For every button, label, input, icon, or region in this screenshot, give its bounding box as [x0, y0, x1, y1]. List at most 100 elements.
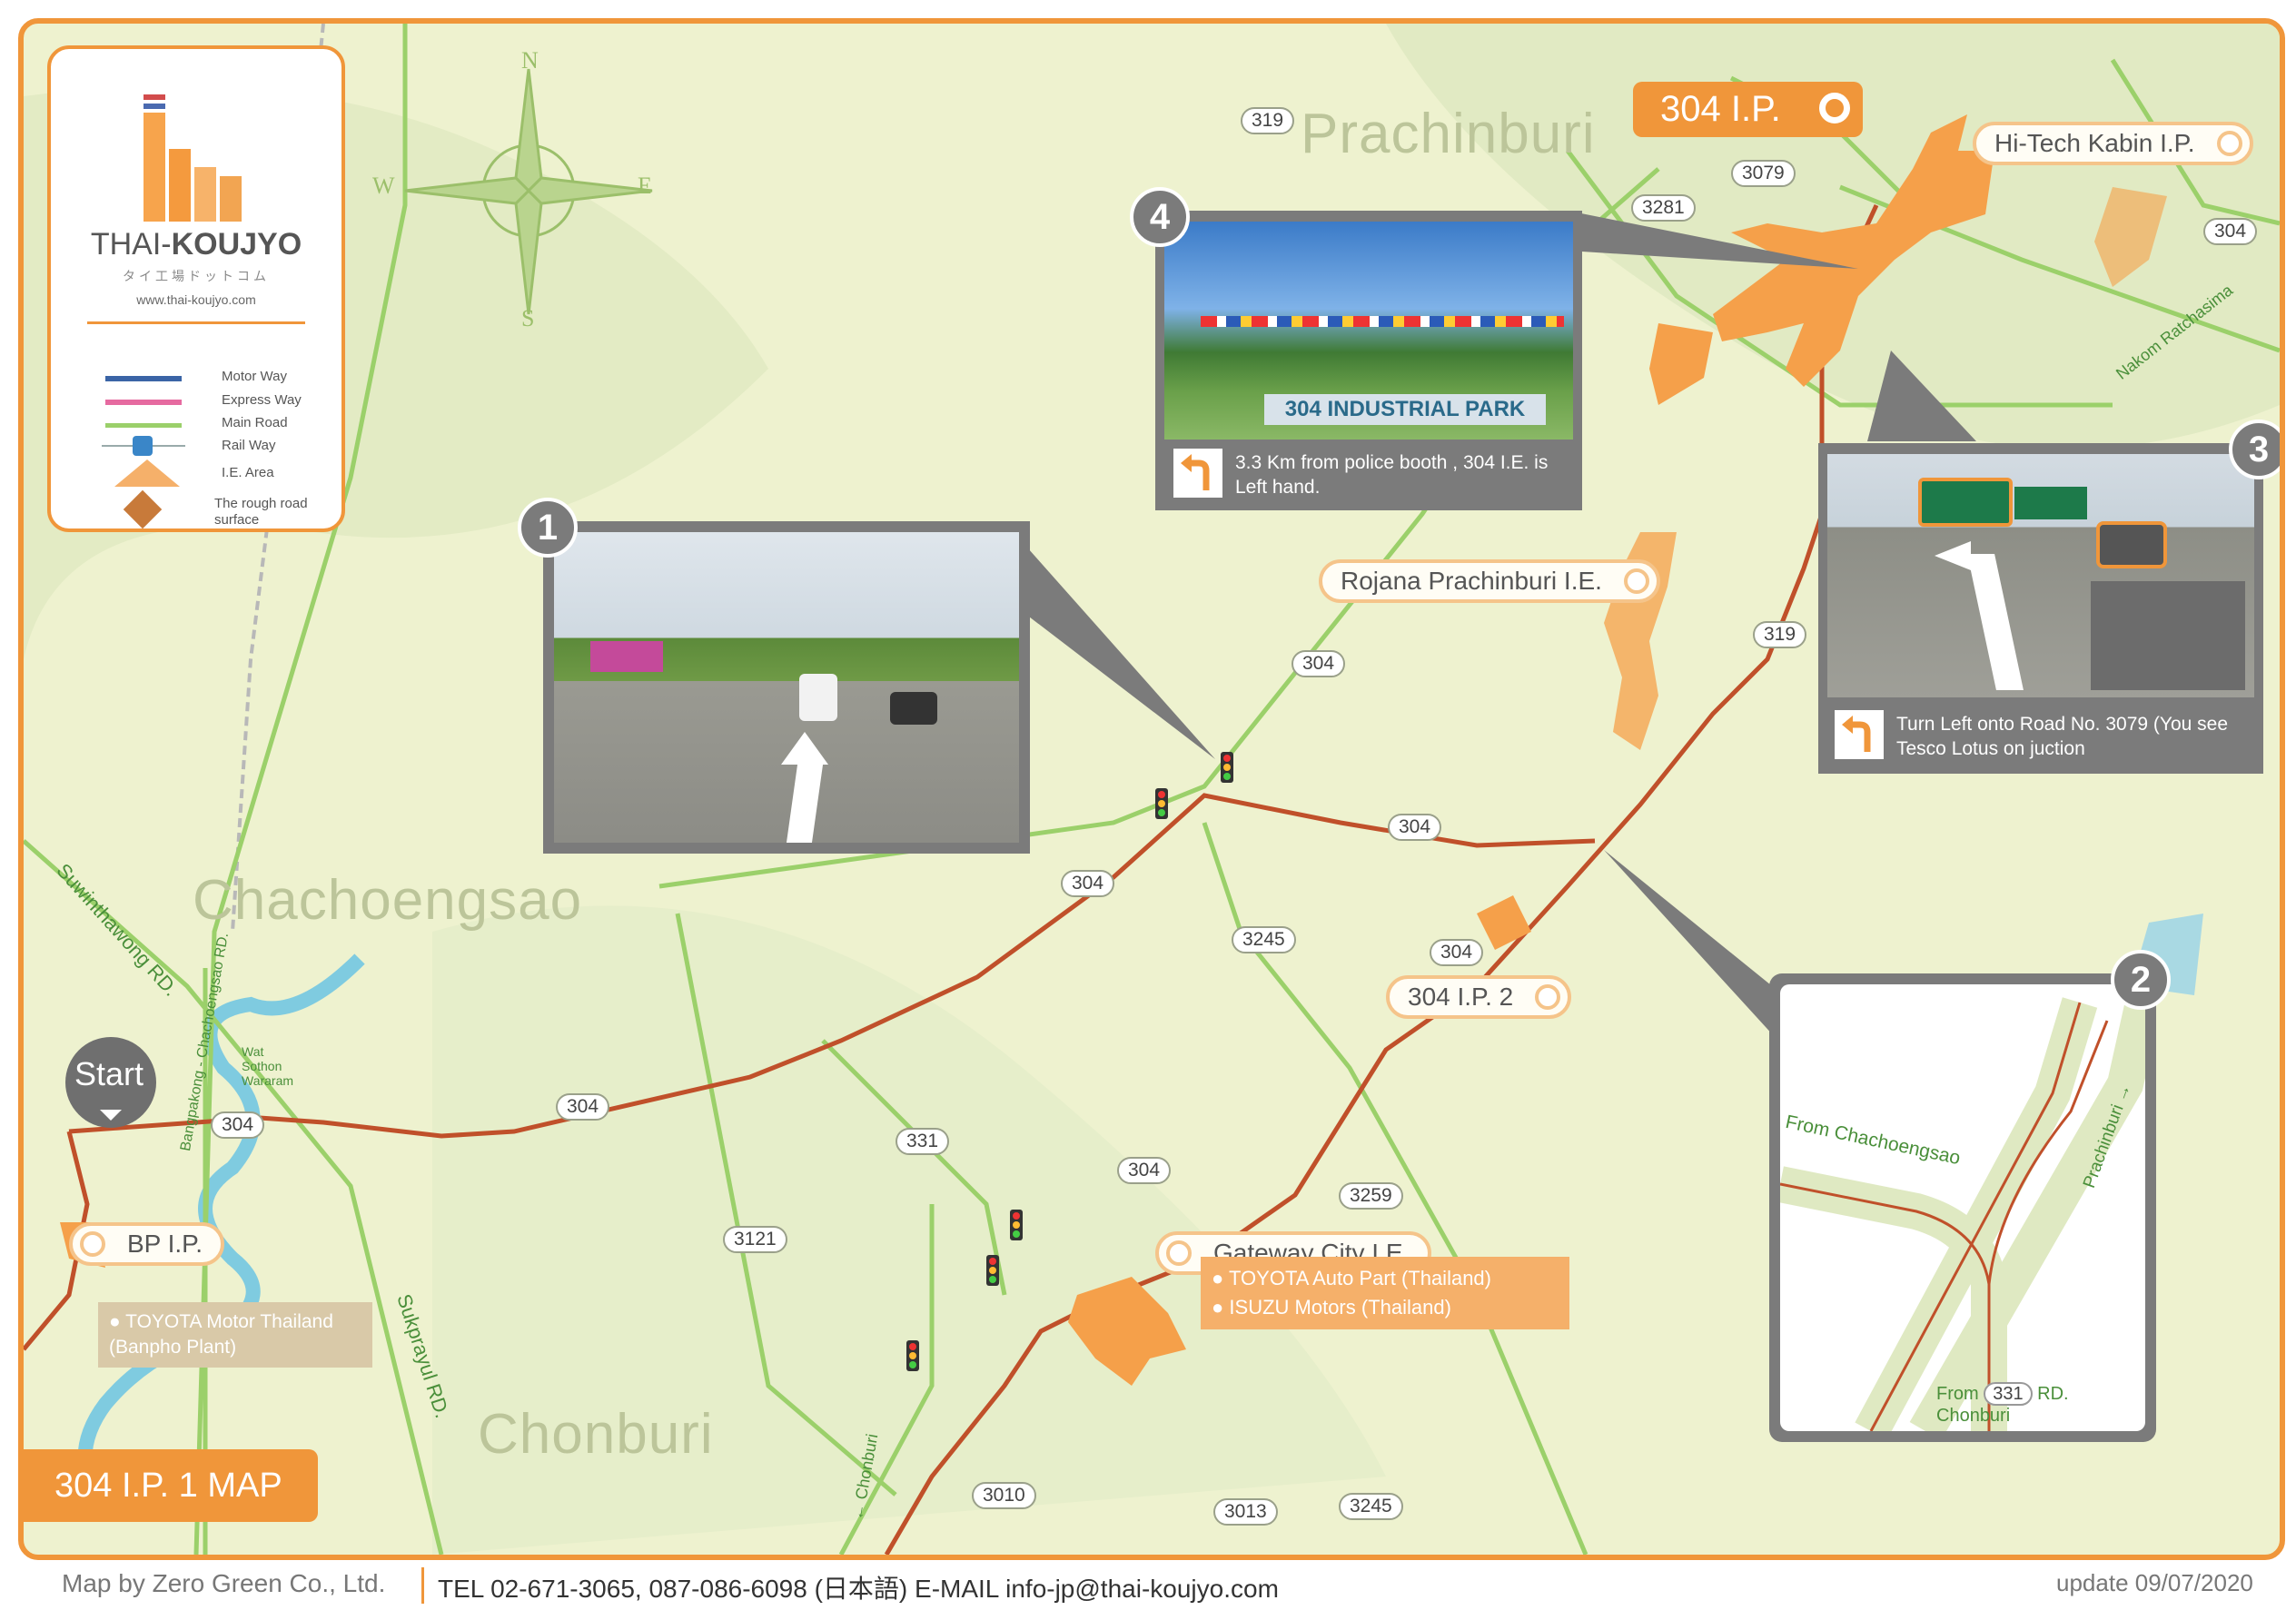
callout-4-caption: 3.3 Km from police booth , 304 I.E. is L… — [1235, 452, 1549, 498]
photo-304-entrance: 304 INDUSTRIAL PARK — [1164, 222, 1573, 440]
landmark-wat-sothon: Wat Sothon Wararam — [242, 1044, 294, 1088]
ie-area-icon — [114, 459, 180, 487]
legend-divider — [87, 321, 305, 324]
callout-2-pointer — [1604, 850, 1795, 1059]
ie-label: BP I.P. — [127, 1230, 203, 1258]
road-shield: 319 — [1753, 621, 1807, 648]
road-sign-right — [2014, 487, 2087, 519]
road-shield: 304 — [556, 1093, 610, 1121]
callout-1 — [543, 521, 1030, 854]
billboard — [590, 641, 663, 672]
legend-motorway: Motor Way — [222, 369, 287, 384]
pin-icon — [2216, 131, 2242, 156]
ie-tag-bp[interactable]: BP I.P. — [69, 1222, 225, 1266]
region-chonburi: Chonburi — [478, 1403, 714, 1466]
mainroad-swatch — [105, 423, 182, 428]
brand-url: www.thai-koujyo.com — [136, 292, 256, 307]
turn-left-icon — [1835, 710, 1884, 759]
pin-icon — [1535, 984, 1561, 1010]
tesco-sign — [2096, 521, 2167, 568]
callout-3: Turn Left onto Road No. 3079 (You see Te… — [1818, 443, 2263, 774]
expressway-swatch — [105, 400, 182, 405]
road-shield: 3079 — [1731, 160, 1796, 187]
road-shield: 3245 — [1232, 926, 1296, 953]
gateway-company-list: ● TOYOTA Auto Part (Thailand) ● ISUZU Mo… — [1201, 1257, 1569, 1329]
car — [890, 692, 937, 725]
turn-left-icon — [1173, 449, 1222, 498]
compass-n: N — [521, 47, 539, 74]
company-item: ● TOYOTA Auto Part (Thailand) — [1212, 1267, 1491, 1289]
ie-label: 304 I.P. — [1660, 89, 1781, 129]
region-prachinburi: Prachinburi — [1301, 103, 1596, 165]
callout-2: From Chachoengsao Prachinburi → From 331… — [1769, 973, 2156, 1442]
ie-tag-304-2[interactable]: 304 I.P. 2 — [1386, 975, 1572, 1019]
brand-name-jp: タイ工場ドットコム — [123, 269, 270, 283]
footer: Map by Zero Green Co., Ltd. TEL 02-671-3… — [0, 1558, 2296, 1620]
ie-304-ip-area — [1649, 323, 1713, 405]
direction-arrow-shaft — [1967, 554, 2024, 690]
callout-3-caption: Turn Left onto Road No. 3079 (You see Te… — [1896, 714, 2229, 759]
compass-w: W — [372, 173, 395, 199]
brand-logo-icon — [138, 76, 247, 222]
ie-label: Rojana Prachinburi I.E. — [1341, 567, 1602, 595]
road-shield: 304 — [1061, 870, 1115, 897]
rough-road-icon — [123, 489, 163, 529]
road-shield: 3259 — [1339, 1182, 1403, 1210]
entrance-sign: 304 INDUSTRIAL PARK — [1264, 394, 1546, 425]
road-shield: 3013 — [1213, 1498, 1278, 1526]
ie-304-2-area — [1477, 895, 1531, 950]
rail-icon — [133, 436, 153, 456]
photo-junction-3079 — [1827, 454, 2254, 697]
road-shield: 319 — [1241, 107, 1295, 134]
road-shield: 304 — [1292, 650, 1346, 677]
direction-arrow-shaft — [786, 763, 824, 843]
compass-s: S — [521, 305, 535, 331]
road-shield: 3010 — [972, 1482, 1036, 1509]
legend-ie-area: I.E. Area — [222, 465, 274, 480]
pin-icon — [80, 1231, 105, 1257]
road-shield: 331 — [1984, 1382, 2033, 1406]
pin-icon — [1166, 1240, 1192, 1266]
direction-arrow-icon — [1935, 541, 1971, 570]
ie-label: Hi-Tech Kabin I.P. — [1994, 129, 2195, 157]
pin-icon — [1818, 93, 1850, 123]
road-shield: 304 — [211, 1111, 265, 1139]
ie-tag-304-ip[interactable]: 304 I.P. — [1633, 82, 1863, 137]
flags-row — [1201, 316, 1564, 327]
traffic-queue — [2091, 581, 2245, 690]
footer-contact: TEL 02-671-3065, 087-086-6098 (日本語) E-MA… — [438, 1575, 1279, 1603]
river — [77, 953, 365, 1478]
road-shield: 304 — [2203, 218, 2258, 245]
ie-label: 304 I.P. 2 — [1408, 983, 1514, 1011]
road-shield: 3121 — [723, 1226, 787, 1253]
road-shield: 304 — [1430, 939, 1484, 966]
footer-divider — [421, 1567, 424, 1604]
motorway-swatch — [105, 376, 182, 381]
callout-2-number: 2 — [2111, 950, 2171, 1010]
legend-railway: Rail Way — [222, 438, 276, 453]
road-sign-left — [1918, 478, 2013, 527]
compass-e: E — [638, 173, 652, 199]
company-item: ● ISUZU Motors (Thailand) — [1212, 1296, 1451, 1319]
callout-4: 304 INDUSTRIAL PARK 3.3 Km from police b… — [1155, 211, 1582, 510]
callout-3-number: 3 — [2229, 420, 2280, 479]
junction-from-331: From 331 RD. — [1936, 1382, 2069, 1406]
junction-diagram: From Chachoengsao Prachinburi → From 331… — [1780, 984, 2145, 1431]
road-shield: 304 — [1117, 1157, 1172, 1184]
map-title: 304 I.P. 1 MAP — [24, 1449, 318, 1522]
photo-intersection — [554, 532, 1019, 843]
bp-company-list: ● TOYOTA Motor Thailand (Banpho Plant) — [98, 1302, 372, 1368]
legend-rough-road: The rough road surface — [214, 496, 308, 528]
legend-mainroad: Main Road — [222, 415, 288, 430]
road-shield: 3281 — [1631, 194, 1696, 222]
map-frame: Prachinburi Chachoengsao Chonburi N S E … — [18, 18, 2285, 1560]
start-label[interactable]: Start — [74, 1055, 144, 1093]
road-shield: 3245 — [1339, 1493, 1403, 1520]
junction-from-chonburi: Chonburi — [1936, 1406, 2011, 1426]
ie-tag-hitech[interactable]: Hi-Tech Kabin I.P. — [1973, 122, 2253, 165]
road-shield: 304 — [1388, 814, 1442, 841]
brand-name: THAI-KOUJYO — [90, 227, 302, 262]
footer-update: update 09/07/2020 — [2056, 1569, 2253, 1596]
ie-tag-rojana[interactable]: Rojana Prachinburi I.E. — [1319, 559, 1660, 603]
callout-1-number: 1 — [518, 498, 578, 558]
